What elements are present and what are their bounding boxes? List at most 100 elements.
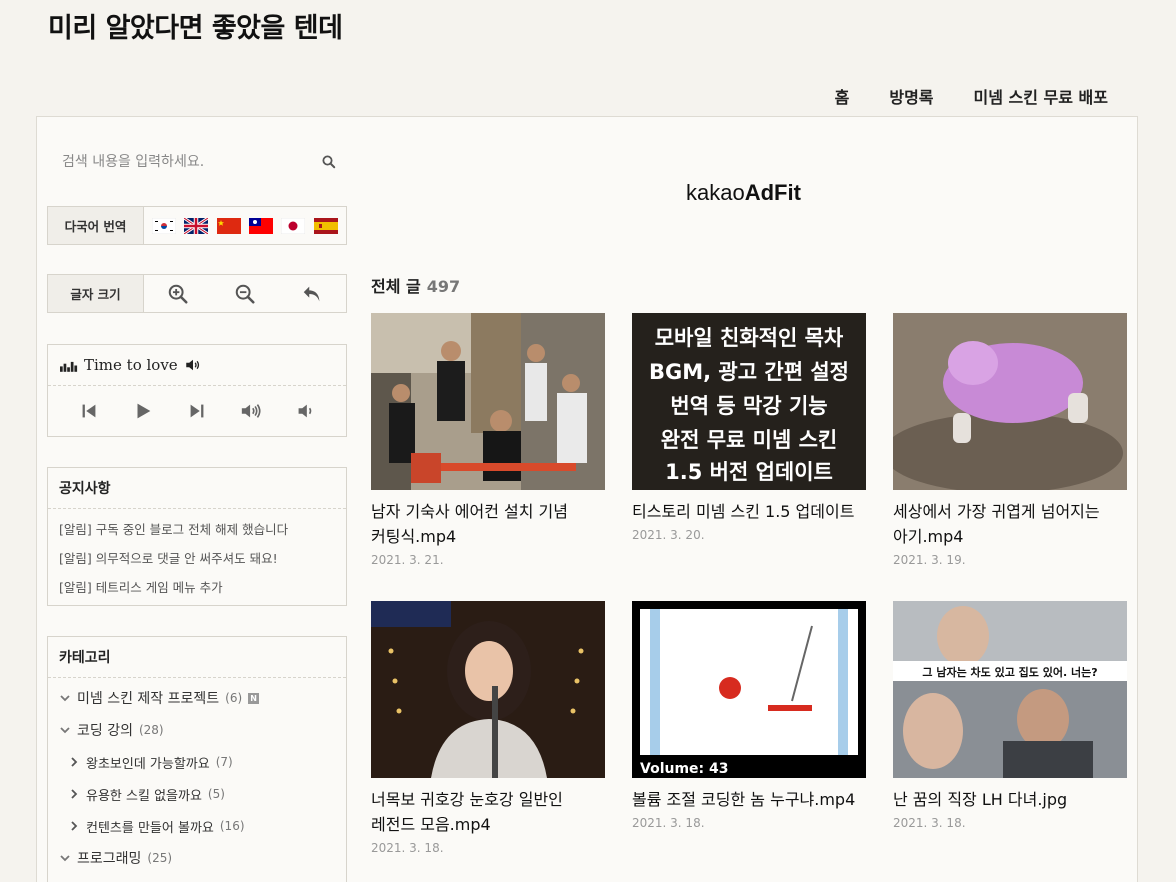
post-card[interactable]: 그 남자는 차도 있고 집도 있어. 너는? 난 꿈의 직장 LH 다녀.jpg… <box>893 601 1127 830</box>
nav-guestbook[interactable]: 방명록 <box>889 84 933 108</box>
post-card[interactable]: Volume: 43 볼륨 조절 코딩한 놈 누구냐.mp4 2021. 3. … <box>632 601 866 830</box>
uk-flag-icon[interactable] <box>184 217 209 234</box>
font-size-label: 글자 크기 <box>48 275 144 312</box>
chevron-down-icon <box>60 727 70 734</box>
new-badge: N <box>248 692 260 704</box>
post-date: 2021. 3. 20. <box>632 528 705 542</box>
nav-home[interactable]: 홈 <box>835 84 850 108</box>
notice-item[interactable]: [알림] 테트리스 게임 메뉴 추가 <box>59 573 335 602</box>
chevron-down-icon <box>60 695 70 702</box>
category-count: (5) <box>207 787 225 801</box>
skin-update-banner-image: 모바일 친화적인 목차 BGM, 광고 간편 설정 번역 등 막강 기능 완전 … <box>632 313 866 490</box>
singer-stage-image <box>371 601 605 778</box>
notice-title: 공지사항 <box>48 468 346 509</box>
thumb-line: 번역 등 막강 기능 <box>670 394 827 418</box>
volume-down-icon[interactable] <box>294 400 316 422</box>
category-count: (16) <box>219 819 245 833</box>
zoom-in-icon[interactable] <box>167 283 189 305</box>
category-label: 프로그래밍 <box>77 851 142 867</box>
post-card[interactable]: 너목보 귀호강 눈호강 일반인 레전드 모음.mp4 2021. 3. 18. <box>371 601 605 855</box>
nav-skin-download[interactable]: 미넴 스킨 무료 배포 <box>974 84 1108 108</box>
post-title[interactable]: 남자 기숙사 에어컨 설치 기념 커팅식.mp4 <box>371 499 605 549</box>
notice-item[interactable]: [알림] 의무적으로 댓글 안 써주셔도 돼요! <box>59 544 335 573</box>
category-item[interactable]: 미넴 스킨 제작 프로젝트 (6) N <box>48 682 346 714</box>
post-card[interactable]: 세상에서 가장 귀엽게 넘어지는 아기.mp4 2021. 3. 19. <box>893 313 1127 567</box>
font-size-bar: 글자 크기 <box>47 274 347 313</box>
thumb-line: 완전 무료 미넴 스킨 <box>661 428 838 452</box>
post-thumbnail[interactable]: 모바일 친화적인 목차 BGM, 광고 간편 설정 번역 등 막강 기능 완전 … <box>632 313 866 490</box>
translate-label: 다국어 번역 <box>48 207 144 244</box>
speaker-icon <box>185 359 199 371</box>
subcategory-item[interactable]: 컨텐츠를 만들어 볼까요 (16) <box>48 810 346 842</box>
next-track-icon[interactable] <box>186 400 208 422</box>
post-title[interactable]: 세상에서 가장 귀엽게 넘어지는 아기.mp4 <box>893 499 1127 549</box>
reset-undo-icon[interactable] <box>301 283 323 305</box>
song-title: Time to love <box>84 356 178 374</box>
adfit-brand-light: kakao <box>686 180 745 205</box>
blog-title[interactable]: 미리 알았다면 좋았을 텐데 <box>48 6 343 45</box>
taiwan-flag-icon[interactable] <box>249 217 274 234</box>
spain-flag-icon[interactable] <box>313 217 338 234</box>
post-title[interactable]: 티스토리 미넴 스킨 1.5 업데이트 <box>632 499 866 524</box>
category-label: 유용한 스킬 없을까요 <box>86 788 202 804</box>
post-title[interactable]: 너목보 귀호강 눈호강 일반인 레전드 모음.mp4 <box>371 787 605 837</box>
search-icon[interactable] <box>320 153 338 171</box>
category-item[interactable]: 코딩 강의 (28) <box>48 714 346 746</box>
post-thumbnail[interactable] <box>893 313 1127 490</box>
volume-readout: Volume: 43 <box>640 761 729 777</box>
equalizer-icon <box>60 361 78 372</box>
kakao-adfit-banner[interactable]: kakaoAdFit <box>686 180 801 206</box>
top-nav: 홈 방명록 미넴 스킨 무료 배포 <box>835 84 1108 108</box>
baby-falling-image <box>893 313 1127 490</box>
category-count: (25) <box>147 851 173 865</box>
subcategory-item[interactable]: 왕초보인데 가능할까요 (7) <box>48 746 346 778</box>
category-item[interactable]: 프로그래밍 (25) <box>48 842 346 874</box>
post-list-label: 전체 글 <box>371 277 421 296</box>
post-card[interactable]: 모바일 친화적인 목차 BGM, 광고 간편 설정 번역 등 막강 기능 완전 … <box>632 313 866 542</box>
chevron-right-icon <box>71 821 78 831</box>
china-flag-icon[interactable] <box>216 217 241 234</box>
category-label: 컨텐츠를 만들어 볼까요 <box>86 820 214 836</box>
thumb-line: 모바일 친화적인 목차 <box>655 326 844 350</box>
meme-caption: 그 남자는 차도 있고 집도 있어. 너는? <box>922 665 1097 679</box>
thumb-line: BGM, 광고 간편 설정 <box>649 360 849 384</box>
music-player: Time to love <box>47 344 347 437</box>
category-title: 카테고리 <box>48 637 346 678</box>
adfit-brand-bold: AdFit <box>744 180 801 205</box>
search-box <box>48 144 346 180</box>
japan-flag-icon[interactable] <box>281 217 306 234</box>
korea-flag-icon[interactable] <box>152 217 177 234</box>
post-title[interactable]: 볼륨 조절 코딩한 놈 누구냐.mp4 <box>632 787 866 812</box>
category-label: 코딩 강의 <box>77 723 133 739</box>
previous-track-icon[interactable] <box>78 400 100 422</box>
post-thumbnail[interactable]: Volume: 43 <box>632 601 866 778</box>
post-thumbnail[interactable] <box>371 313 605 490</box>
search-input[interactable] <box>62 154 312 170</box>
zoom-out-icon[interactable] <box>234 283 256 305</box>
notice-widget: 공지사항 [알림] 구독 중인 블로그 전체 해제 했습니다 [알림] 의무적으… <box>47 467 347 606</box>
post-date: 2021. 3. 19. <box>893 553 966 567</box>
volume-up-icon[interactable] <box>240 400 262 422</box>
post-thumbnail[interactable]: 그 남자는 차도 있고 집도 있어. 너는? <box>893 601 1127 778</box>
subcategory-item[interactable]: 유용한 스킬 없을까요 (5) <box>48 778 346 810</box>
category-count: (28) <box>138 723 164 737</box>
thumb-line: 1.5 버전 업데이트 <box>665 460 833 484</box>
post-thumbnail[interactable] <box>371 601 605 778</box>
chevron-right-icon <box>71 789 78 799</box>
category-widget: 카테고리 미넴 스킨 제작 프로젝트 (6) N 코딩 강의 (28) 왕초보인… <box>47 636 347 882</box>
post-count: 497 <box>426 277 461 296</box>
post-list-header: 전체 글 497 <box>371 273 460 297</box>
notice-item[interactable]: [알림] 구독 중인 블로그 전체 해제 했습니다 <box>59 515 335 544</box>
category-count: (7) <box>215 755 233 769</box>
post-title[interactable]: 난 꿈의 직장 LH 다녀.jpg <box>893 787 1127 812</box>
post-date: 2021. 3. 18. <box>371 841 444 855</box>
translate-bar: 다국어 번역 <box>47 206 347 245</box>
post-card[interactable]: 남자 기숙사 에어컨 설치 기념 커팅식.mp4 2021. 3. 21. <box>371 313 605 567</box>
play-icon[interactable] <box>132 400 154 422</box>
lh-meme-image: 그 남자는 차도 있고 집도 있어. 너는? <box>893 601 1127 778</box>
dorm-ribbon-cutting-image <box>371 313 605 490</box>
chevron-down-icon <box>60 855 70 862</box>
post-date: 2021. 3. 18. <box>893 816 966 830</box>
post-date: 2021. 3. 21. <box>371 553 444 567</box>
chevron-right-icon <box>71 757 78 767</box>
